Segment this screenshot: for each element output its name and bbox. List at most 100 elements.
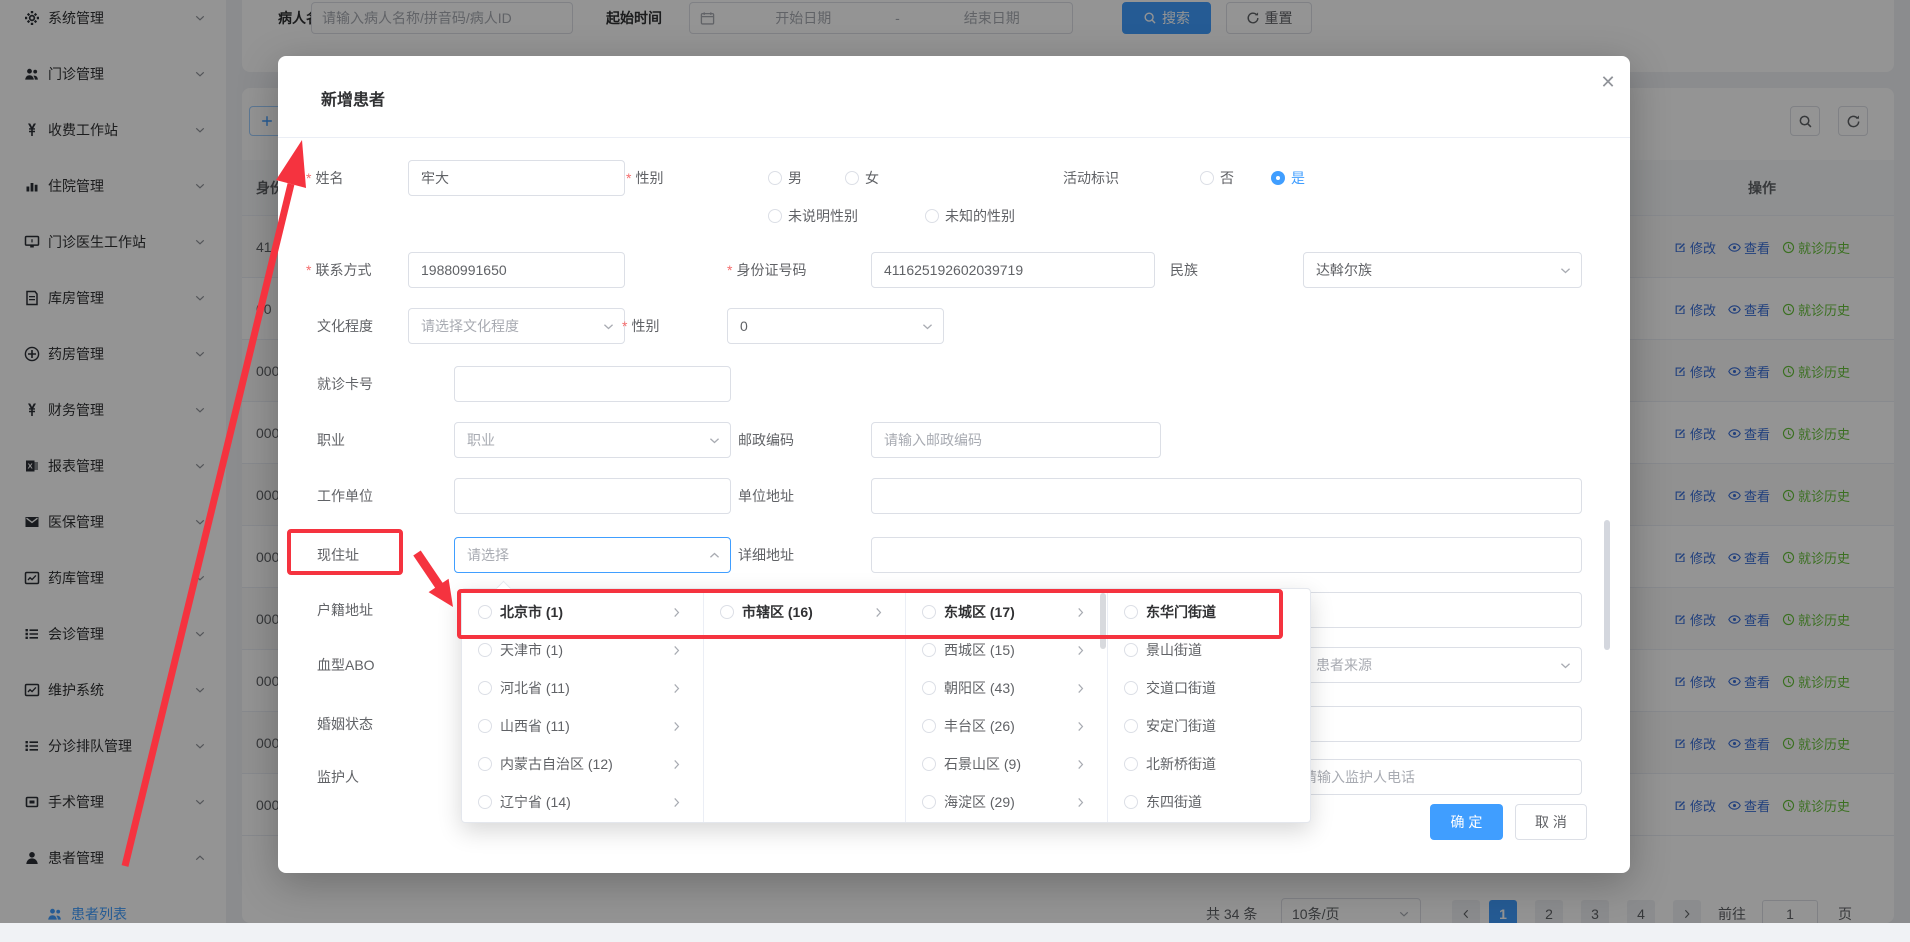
cascader-option[interactable]: 西城区 (15) bbox=[906, 631, 1107, 669]
card-no-input[interactable] bbox=[454, 366, 731, 402]
cascader-option-label: 景山街道 bbox=[1146, 640, 1202, 660]
chevron-right-icon bbox=[670, 644, 683, 657]
education-select[interactable]: 请选择文化程度 bbox=[408, 308, 625, 344]
guardian-phone-input[interactable] bbox=[1290, 759, 1582, 795]
cascader-option[interactable]: 东华门街道 bbox=[1108, 593, 1310, 631]
cascader-option[interactable]: 东城区 (17) bbox=[906, 593, 1107, 631]
cascader-option-label: 东城区 (17) bbox=[944, 602, 1015, 622]
radio-icon bbox=[1124, 643, 1138, 657]
radio-icon bbox=[922, 681, 936, 695]
chevron-down-icon bbox=[708, 434, 721, 447]
cascader-option-label: 市辖区 (16) bbox=[742, 602, 813, 622]
education-label: 文化程度 bbox=[317, 308, 373, 344]
chevron-right-icon bbox=[670, 796, 683, 809]
chevron-down-icon bbox=[1559, 659, 1572, 672]
gender-radio-unknown[interactable]: 未知的性别 bbox=[925, 198, 1015, 234]
cascader-option[interactable]: 安定门街道 bbox=[1108, 707, 1310, 745]
id-number-input[interactable] bbox=[871, 252, 1155, 288]
work-addr-input[interactable] bbox=[871, 478, 1582, 514]
chevron-right-icon bbox=[670, 758, 683, 771]
chevron-down-icon bbox=[602, 320, 615, 333]
chevron-right-icon bbox=[1074, 606, 1087, 619]
ethnicity-select[interactable]: 达斡尔族 bbox=[1303, 252, 1582, 288]
postal-label: 邮政编码 bbox=[738, 422, 794, 458]
chevron-down-icon bbox=[921, 320, 934, 333]
cascader-option[interactable]: 交道口街道 bbox=[1108, 669, 1310, 707]
cascader-option-label: 西城区 (15) bbox=[944, 640, 1015, 660]
work-unit-input[interactable] bbox=[454, 478, 731, 514]
cascader-option[interactable]: 朝阳区 (43) bbox=[906, 669, 1107, 707]
cascader-option[interactable]: 北京市 (1) bbox=[462, 593, 703, 631]
cascader-option[interactable]: 北新桥街道 bbox=[1108, 745, 1310, 783]
chevron-right-icon bbox=[1074, 796, 1087, 809]
gender-radio-female[interactable]: 女 bbox=[845, 160, 879, 196]
radio-icon bbox=[922, 605, 936, 619]
gender-radio-male[interactable]: 男 bbox=[768, 160, 802, 196]
chevron-down-icon bbox=[1559, 264, 1572, 277]
cascader-option[interactable]: 市辖区 (16) bbox=[704, 593, 905, 631]
active-flag-radio-yes[interactable]: 是 bbox=[1271, 160, 1305, 196]
add-patient-dialog: 新增患者 ✕ *姓名 *性别 男 女 活动标识 否 是 未说明性别 未知的性别 … bbox=[278, 56, 1630, 873]
radio-icon bbox=[478, 605, 492, 619]
cascader-option[interactable]: 丰台区 (26) bbox=[906, 707, 1107, 745]
guardian-label: 监护人 bbox=[317, 759, 359, 795]
radio-icon bbox=[1124, 605, 1138, 619]
chevron-right-icon bbox=[1074, 644, 1087, 657]
cascader-option-label: 石景山区 (9) bbox=[944, 754, 1021, 774]
contact-input[interactable] bbox=[408, 252, 625, 288]
cascader-option[interactable]: 内蒙古自治区 (12) bbox=[462, 745, 703, 783]
modal-scrollbar[interactable] bbox=[1604, 520, 1610, 650]
cascader-option-label: 山西省 (11) bbox=[500, 716, 570, 736]
gender-code-label: *性别 bbox=[622, 308, 659, 344]
gender-label: *性别 bbox=[626, 160, 663, 196]
cascader-option-label: 朝阳区 (43) bbox=[944, 678, 1015, 698]
cascader-province-column: 北京市 (1) 天津市 (1) 河北省 (11) 山西省 bbox=[462, 589, 704, 822]
cascader-district-column: 东城区 (17) 西城区 (15) 朝阳区 (43) 丰台 bbox=[906, 589, 1108, 822]
ethnicity-label: 民族 bbox=[1170, 252, 1198, 288]
gender-radio-unspecified[interactable]: 未说明性别 bbox=[768, 198, 858, 234]
column-scrollbar[interactable] bbox=[1100, 593, 1106, 649]
patient-source-select[interactable]: 患者来源 bbox=[1303, 647, 1582, 683]
chevron-right-icon bbox=[872, 606, 885, 619]
radio-icon bbox=[720, 605, 734, 619]
detail-addr-input[interactable] bbox=[871, 537, 1582, 573]
id-number-label: *身份证号码 bbox=[727, 252, 806, 288]
postal-input[interactable] bbox=[871, 422, 1161, 458]
cascader-option[interactable]: 东四街道 bbox=[1108, 783, 1310, 821]
dialog-title: 新增患者 bbox=[321, 86, 385, 110]
close-icon[interactable]: ✕ bbox=[1594, 68, 1622, 96]
cascader-option-label: 天津市 (1) bbox=[500, 640, 563, 660]
cascader-option-label: 河北省 (11) bbox=[500, 678, 570, 698]
cascader-option[interactable]: 海淀区 (29) bbox=[906, 783, 1107, 821]
divider bbox=[278, 137, 1630, 138]
occupation-select[interactable]: 职业 bbox=[454, 422, 731, 458]
current-addr-cascader[interactable]: 请选择 bbox=[454, 537, 731, 573]
cascader-option[interactable]: 景山街道 bbox=[1108, 631, 1310, 669]
confirm-button[interactable]: 确 定 bbox=[1430, 804, 1503, 840]
cascader-option[interactable]: 山西省 (11) bbox=[462, 707, 703, 745]
gender-code-select[interactable]: 0 bbox=[727, 308, 944, 344]
active-flag-radio-no[interactable]: 否 bbox=[1200, 160, 1234, 196]
radio-icon bbox=[925, 209, 939, 223]
radio-icon bbox=[1124, 681, 1138, 695]
cascader-option[interactable]: 辽宁省 (14) bbox=[462, 783, 703, 821]
chevron-right-icon bbox=[670, 682, 683, 695]
radio-icon bbox=[1124, 795, 1138, 809]
radio-icon bbox=[1124, 719, 1138, 733]
radio-icon bbox=[478, 681, 492, 695]
radio-icon bbox=[922, 757, 936, 771]
cascader-option[interactable]: 天津市 (1) bbox=[462, 631, 703, 669]
work-unit-label: 工作单位 bbox=[317, 478, 373, 514]
cascader-option-label: 北京市 (1) bbox=[500, 602, 563, 622]
blood-type-label: 血型ABO bbox=[317, 647, 375, 683]
chevron-right-icon bbox=[670, 606, 683, 619]
cascader-option[interactable]: 石景山区 (9) bbox=[906, 745, 1107, 783]
current-addr-label: 现住址 bbox=[317, 537, 359, 573]
name-input[interactable] bbox=[408, 160, 625, 196]
cancel-button[interactable]: 取 消 bbox=[1515, 804, 1587, 840]
radio-icon bbox=[922, 643, 936, 657]
name-label: *姓名 bbox=[306, 160, 343, 196]
radio-icon bbox=[768, 171, 782, 185]
cascader-option[interactable]: 河北省 (11) bbox=[462, 669, 703, 707]
chevron-right-icon bbox=[1074, 758, 1087, 771]
